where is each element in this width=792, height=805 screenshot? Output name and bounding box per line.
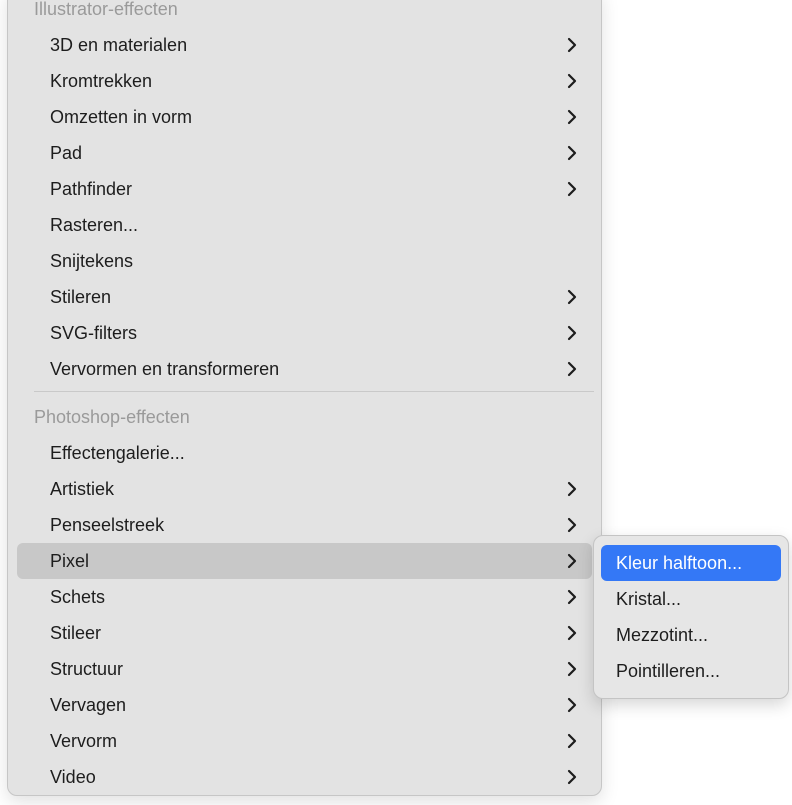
chevron-right-icon [567, 145, 577, 161]
submenu-item-label: Kleur halftoon... [616, 553, 743, 573]
chevron-right-icon [567, 553, 577, 569]
submenu-item-kleur-halftoon[interactable]: Kleur halftoon... [601, 545, 781, 581]
menu-item-label: Stileer [50, 623, 102, 643]
chevron-right-icon [567, 109, 577, 125]
menu-item-label: Vervagen [50, 695, 127, 715]
menu-item-vervorm[interactable]: Vervorm [17, 723, 592, 759]
chevron-right-icon [567, 625, 577, 641]
menu-item-label: Kromtrekken [50, 71, 153, 91]
menu-item-label: Vervormen en transformeren [50, 359, 280, 379]
menu-separator [34, 391, 594, 392]
menu-item-label: Effectengalerie... [50, 443, 185, 463]
menu-item-label: Pathfinder [50, 179, 133, 199]
effects-menu: Illustrator-effecten 3D en materialen Kr… [7, 0, 602, 796]
chevron-right-icon [567, 481, 577, 497]
menu-item-artistiek[interactable]: Artistiek [17, 471, 592, 507]
menu-item-label: Penseelstreek [50, 515, 165, 535]
chevron-right-icon [567, 517, 577, 533]
menu-item-vervagen[interactable]: Vervagen [17, 687, 592, 723]
menu-item-effectengalerie[interactable]: Effectengalerie... [17, 435, 592, 471]
submenu-item-kristal[interactable]: Kristal... [601, 581, 781, 617]
menu-item-structuur[interactable]: Structuur [17, 651, 592, 687]
menu-item-label: Artistiek [50, 479, 115, 499]
menu-item-rasteren[interactable]: Rasteren... [17, 207, 592, 243]
menu-item-label: Schets [50, 587, 106, 607]
chevron-right-icon [567, 73, 577, 89]
pixel-submenu: Kleur halftoon... Kristal... Mezzotint..… [593, 535, 789, 699]
menu-item-kromtrekken[interactable]: Kromtrekken [17, 63, 592, 99]
section-header-illustrator: Illustrator-effecten [34, 0, 178, 19]
menu-item-label: 3D en materialen [50, 35, 188, 55]
menu-item-pixel[interactable]: Pixel [17, 543, 592, 579]
menu-item-stileer[interactable]: Stileer [17, 615, 592, 651]
menu-item-vervormen-en-transformeren[interactable]: Vervormen en transformeren [17, 351, 592, 387]
chevron-right-icon [567, 289, 577, 305]
menu-item-label: Pixel [50, 551, 90, 571]
submenu-item-mezzotint[interactable]: Mezzotint... [601, 617, 781, 653]
menu-item-label: Video [50, 767, 96, 787]
menu-item-label: Pad [50, 143, 83, 163]
menu-item-label: Structuur [50, 659, 124, 679]
menu-item-stileren[interactable]: Stileren [17, 279, 592, 315]
section-header-photoshop: Photoshop-effecten [34, 407, 190, 427]
chevron-right-icon [567, 181, 577, 197]
chevron-right-icon [567, 697, 577, 713]
menu-item-pathfinder[interactable]: Pathfinder [17, 171, 592, 207]
submenu-item-label: Mezzotint... [616, 625, 709, 645]
menu-item-label: Omzetten in vorm [50, 107, 193, 127]
chevron-right-icon [567, 769, 577, 785]
menu-item-label: Rasteren... [50, 215, 139, 235]
menu-item-svg-filters[interactable]: SVG-filters [17, 315, 592, 351]
menu-item-penseelstreek[interactable]: Penseelstreek [17, 507, 592, 543]
chevron-right-icon [567, 361, 577, 377]
menu-item-3d-en-materialen[interactable]: 3D en materialen [17, 27, 592, 63]
menu-item-label: Snijtekens [50, 251, 134, 271]
menu-item-label: Stileren [50, 287, 112, 307]
menu-item-label: SVG-filters [50, 323, 138, 343]
menu-item-omzetten-in-vorm[interactable]: Omzetten in vorm [17, 99, 592, 135]
submenu-item-label: Kristal... [616, 589, 682, 609]
chevron-right-icon [567, 661, 577, 677]
menu-item-pad[interactable]: Pad [17, 135, 592, 171]
menu-item-label: Vervorm [50, 731, 118, 751]
menu-item-video[interactable]: Video [17, 759, 592, 795]
chevron-right-icon [567, 589, 577, 605]
chevron-right-icon [567, 733, 577, 749]
chevron-right-icon [567, 37, 577, 53]
menu-item-schets[interactable]: Schets [17, 579, 592, 615]
submenu-item-pointilleren[interactable]: Pointilleren... [601, 653, 781, 689]
chevron-right-icon [567, 325, 577, 341]
submenu-item-label: Pointilleren... [616, 661, 721, 681]
menu-item-snijtekens[interactable]: Snijtekens [17, 243, 592, 279]
